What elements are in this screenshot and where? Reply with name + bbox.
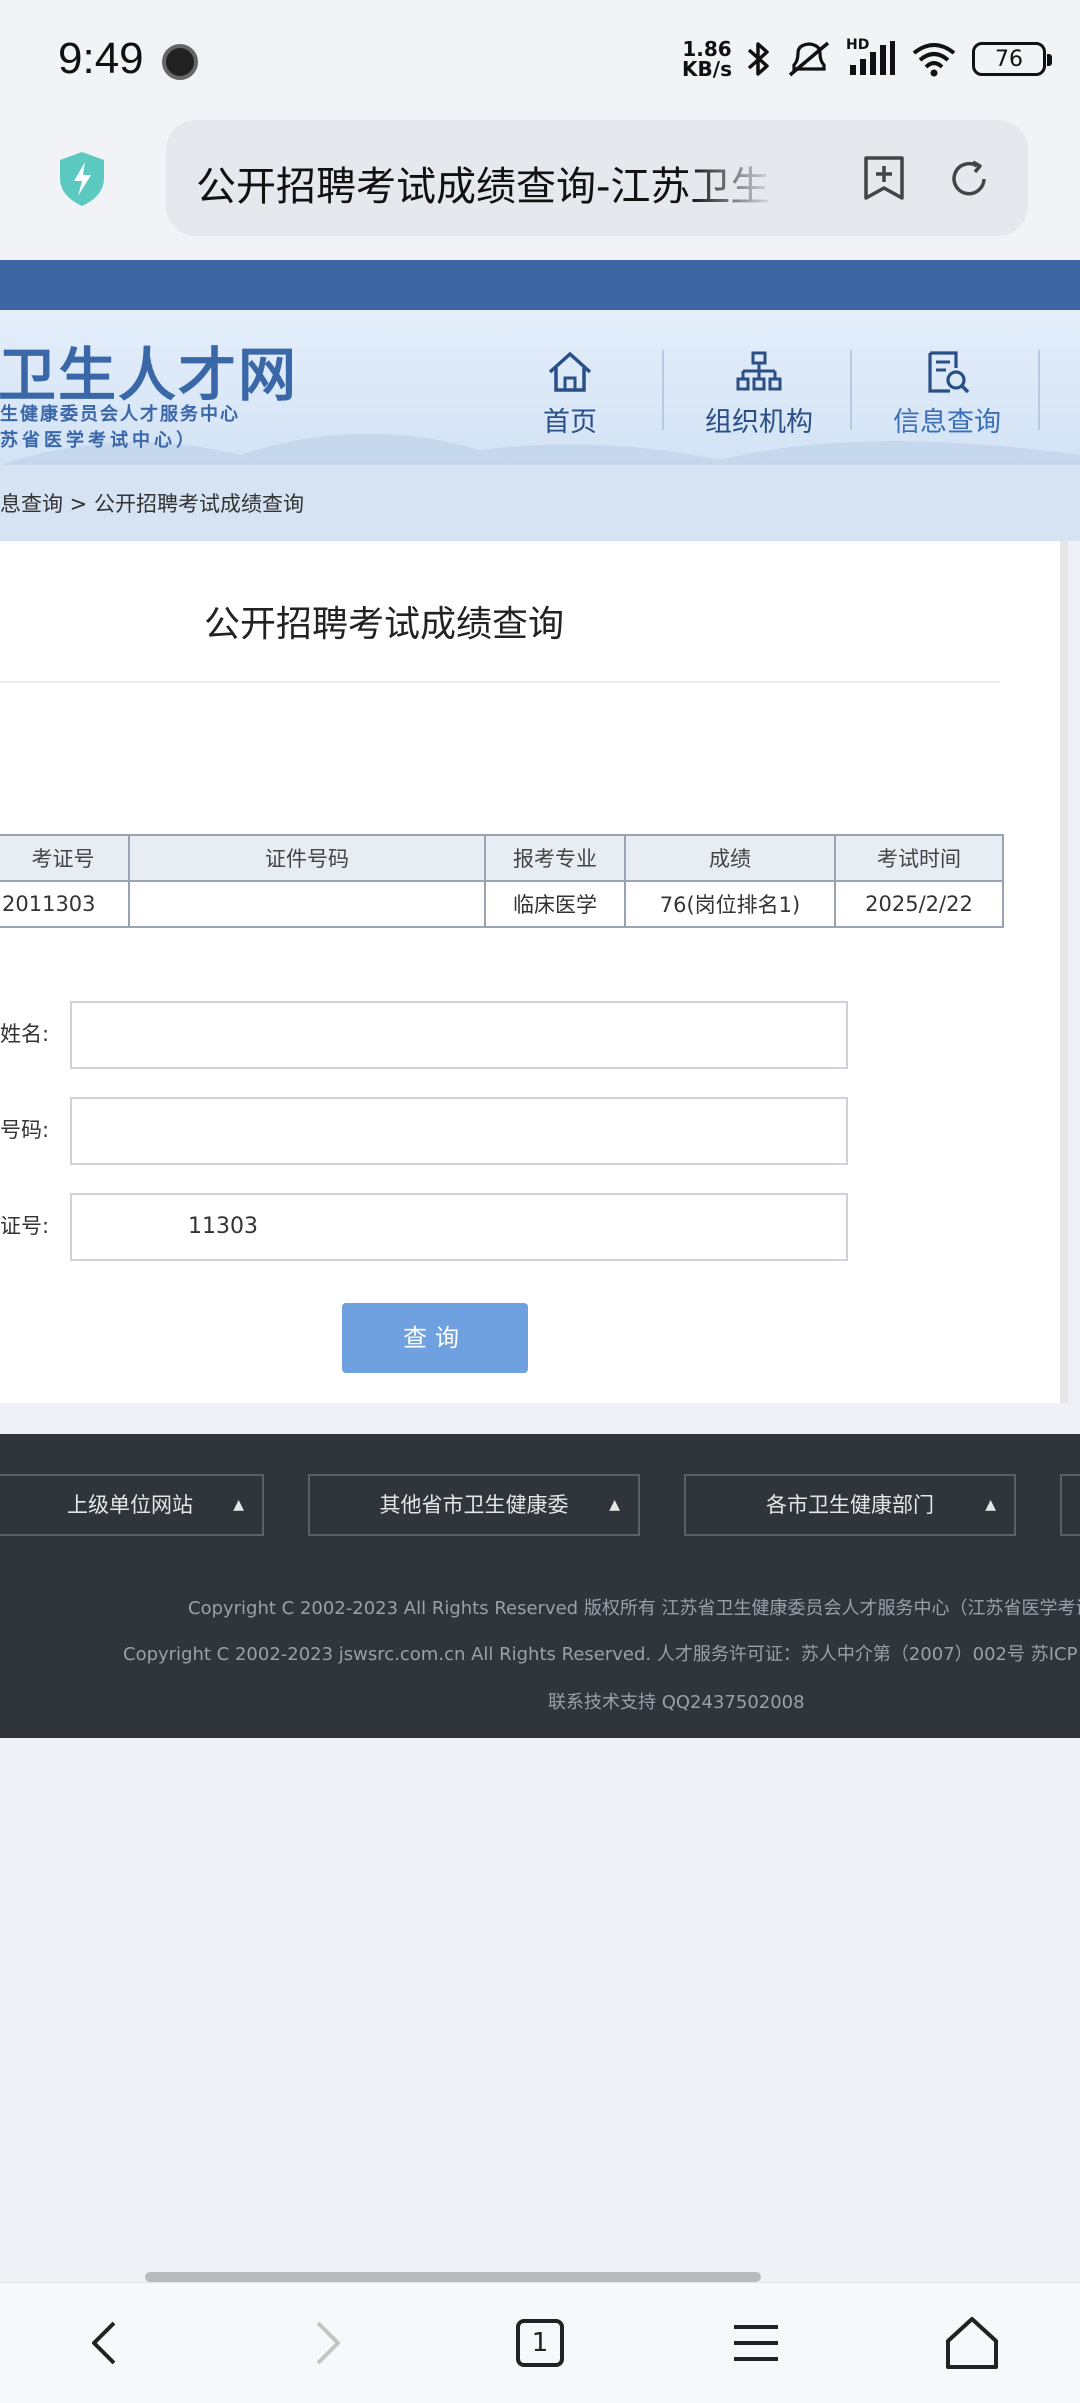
tabs-icon: 1 bbox=[516, 2319, 564, 2367]
site-footer: 上级单位网站 ▲ 其他省市卫生健康委 ▲ 各市卫生健康部门 ▲ Copyright C… bbox=[0, 1434, 1080, 1738]
table-cell: 2025/2/22 bbox=[834, 880, 1004, 928]
status-time: 9:49 bbox=[58, 34, 144, 83]
column-header: 证件号码 bbox=[128, 834, 486, 882]
nav-info-query[interactable]: 信息查询 bbox=[888, 350, 1006, 439]
browser-bottom-nav: 1 bbox=[0, 2282, 1080, 2403]
nav-home-label: 首页 bbox=[543, 407, 597, 438]
notification-app-icon bbox=[162, 44, 198, 80]
name-input[interactable] bbox=[70, 1001, 848, 1069]
nav-home[interactable]: 首页 bbox=[540, 350, 600, 439]
more-select[interactable] bbox=[1060, 1474, 1080, 1536]
nav-divider bbox=[850, 350, 852, 430]
table-row: 2011303 临床医学 76(岗位排名1) 2025/2/22 bbox=[0, 880, 1004, 928]
nav-divider bbox=[1038, 350, 1040, 430]
table-cell-redacted bbox=[128, 880, 486, 928]
site-top-strip bbox=[0, 260, 1080, 310]
query-panel: 公开招聘考试成绩查询 考证号 证件号码 报考专业 成绩 考试时间 2011303 bbox=[0, 541, 1060, 1403]
nav-organization[interactable]: 组织机构 bbox=[700, 350, 818, 439]
forward-icon[interactable] bbox=[298, 2315, 354, 2371]
battery-icon: 76 bbox=[972, 42, 1052, 76]
nav-info-query-label: 信息查询 bbox=[893, 407, 1001, 438]
superior-sites-select[interactable]: 上级单位网站 ▲ bbox=[0, 1474, 264, 1536]
table-cell: 临床医学 bbox=[484, 880, 626, 928]
site-logo-subtitle: 生健康委员会人才服务中心 bbox=[0, 404, 240, 425]
shield-icon[interactable] bbox=[56, 150, 108, 208]
menu-icon[interactable] bbox=[728, 2315, 784, 2371]
triangle-up-icon: ▲ bbox=[233, 1497, 244, 1513]
mute-icon bbox=[788, 41, 830, 77]
network-speed: 1.86 KB/s bbox=[682, 37, 732, 81]
ticket-number-label: 证号: bbox=[0, 1214, 50, 1238]
status-icons: 1.86 KB/s HD 76 bbox=[682, 36, 1052, 82]
triangle-up-icon: ▲ bbox=[985, 1497, 996, 1513]
web-page: 卫生人才网 生健康委员会人才服务中心 苏省医学考试中心） 首页 组织机构 信息查… bbox=[0, 260, 1080, 2280]
tech-support: 联系技术支持 QQ2437502008 bbox=[548, 1692, 805, 1713]
address-bar[interactable]: 公开招聘考试成绩查询-江苏卫生 bbox=[166, 120, 1028, 236]
tabs-button[interactable]: 1 bbox=[512, 2315, 568, 2371]
table-header-row: 考证号 证件号码 报考专业 成绩 考试时间 bbox=[0, 834, 1004, 882]
url-title[interactable]: 公开招聘考试成绩查询-江苏卫生 bbox=[196, 154, 776, 212]
breadcrumb-bar: 息查询 > 公开招聘考试成绩查询 bbox=[0, 465, 1080, 541]
page-scrollbar[interactable] bbox=[1060, 541, 1068, 1403]
column-header: 考证号 bbox=[0, 834, 130, 882]
name-label: 姓名: bbox=[0, 1022, 50, 1046]
nav-divider bbox=[662, 350, 664, 430]
status-bar: 9:49 1.86 KB/s HD 76 bbox=[0, 0, 1080, 110]
signal-icon: HD bbox=[846, 37, 896, 79]
city-departments-select[interactable]: 各市卫生健康部门 ▲ bbox=[684, 1474, 1016, 1536]
other-provinces-select[interactable]: 其他省市卫生健康委 ▲ bbox=[308, 1474, 640, 1536]
nav-organization-label: 组织机构 bbox=[705, 407, 813, 438]
id-number-input[interactable] bbox=[70, 1097, 848, 1165]
copyright-line-2: Copyright C 2002-2023 jswsrc.com.cn All … bbox=[123, 1644, 1078, 1665]
copyright-line: Copyright C 2002-2023 All Rights Reserve… bbox=[188, 1598, 1080, 1619]
column-header: 成绩 bbox=[624, 834, 836, 882]
ticket-number-input[interactable]: 11303 bbox=[70, 1193, 848, 1261]
column-header: 报考专业 bbox=[484, 834, 626, 882]
home-icon[interactable] bbox=[944, 2315, 1000, 2371]
column-header: 考试时间 bbox=[834, 834, 1004, 882]
search-doc-icon bbox=[928, 351, 970, 394]
page-title: 公开招聘考试成绩查询 bbox=[204, 604, 565, 645]
score-table: 考证号 证件号码 报考专业 成绩 考试时间 2011303 临床医学 76(岗位… bbox=[0, 834, 1004, 928]
triangle-up-icon: ▲ bbox=[609, 1497, 620, 1513]
horizontal-scroll-indicator bbox=[145, 2272, 761, 2282]
site-header: 卫生人才网 生健康委员会人才服务中心 苏省医学考试中心） 首页 组织机构 信息查… bbox=[0, 310, 1080, 495]
table-cell: 2011303 bbox=[0, 880, 130, 928]
title-divider bbox=[0, 681, 1000, 683]
back-icon[interactable] bbox=[78, 2315, 134, 2371]
query-button[interactable]: 查询 bbox=[342, 1303, 528, 1373]
bluetooth-icon bbox=[747, 42, 769, 76]
browser-toolbar: 公开招聘考试成绩查询-江苏卫生 bbox=[0, 110, 1080, 250]
site-logo-subtitle-2: 苏省医学考试中心） bbox=[0, 430, 198, 451]
id-number-label: 号码: bbox=[0, 1118, 50, 1142]
bookmark-add-icon[interactable] bbox=[862, 154, 906, 202]
breadcrumb[interactable]: 息查询 > 公开招聘考试成绩查询 bbox=[0, 488, 304, 518]
screen: 9:49 1.86 KB/s HD 76 公开招聘考试成绩查询-江苏卫生 卫生人… bbox=[0, 0, 1080, 2403]
org-chart-icon bbox=[736, 351, 782, 391]
wifi-icon bbox=[912, 43, 956, 77]
home-icon bbox=[548, 352, 592, 392]
reload-icon[interactable] bbox=[946, 156, 992, 202]
table-cell: 76(岗位排名1) bbox=[624, 880, 836, 928]
